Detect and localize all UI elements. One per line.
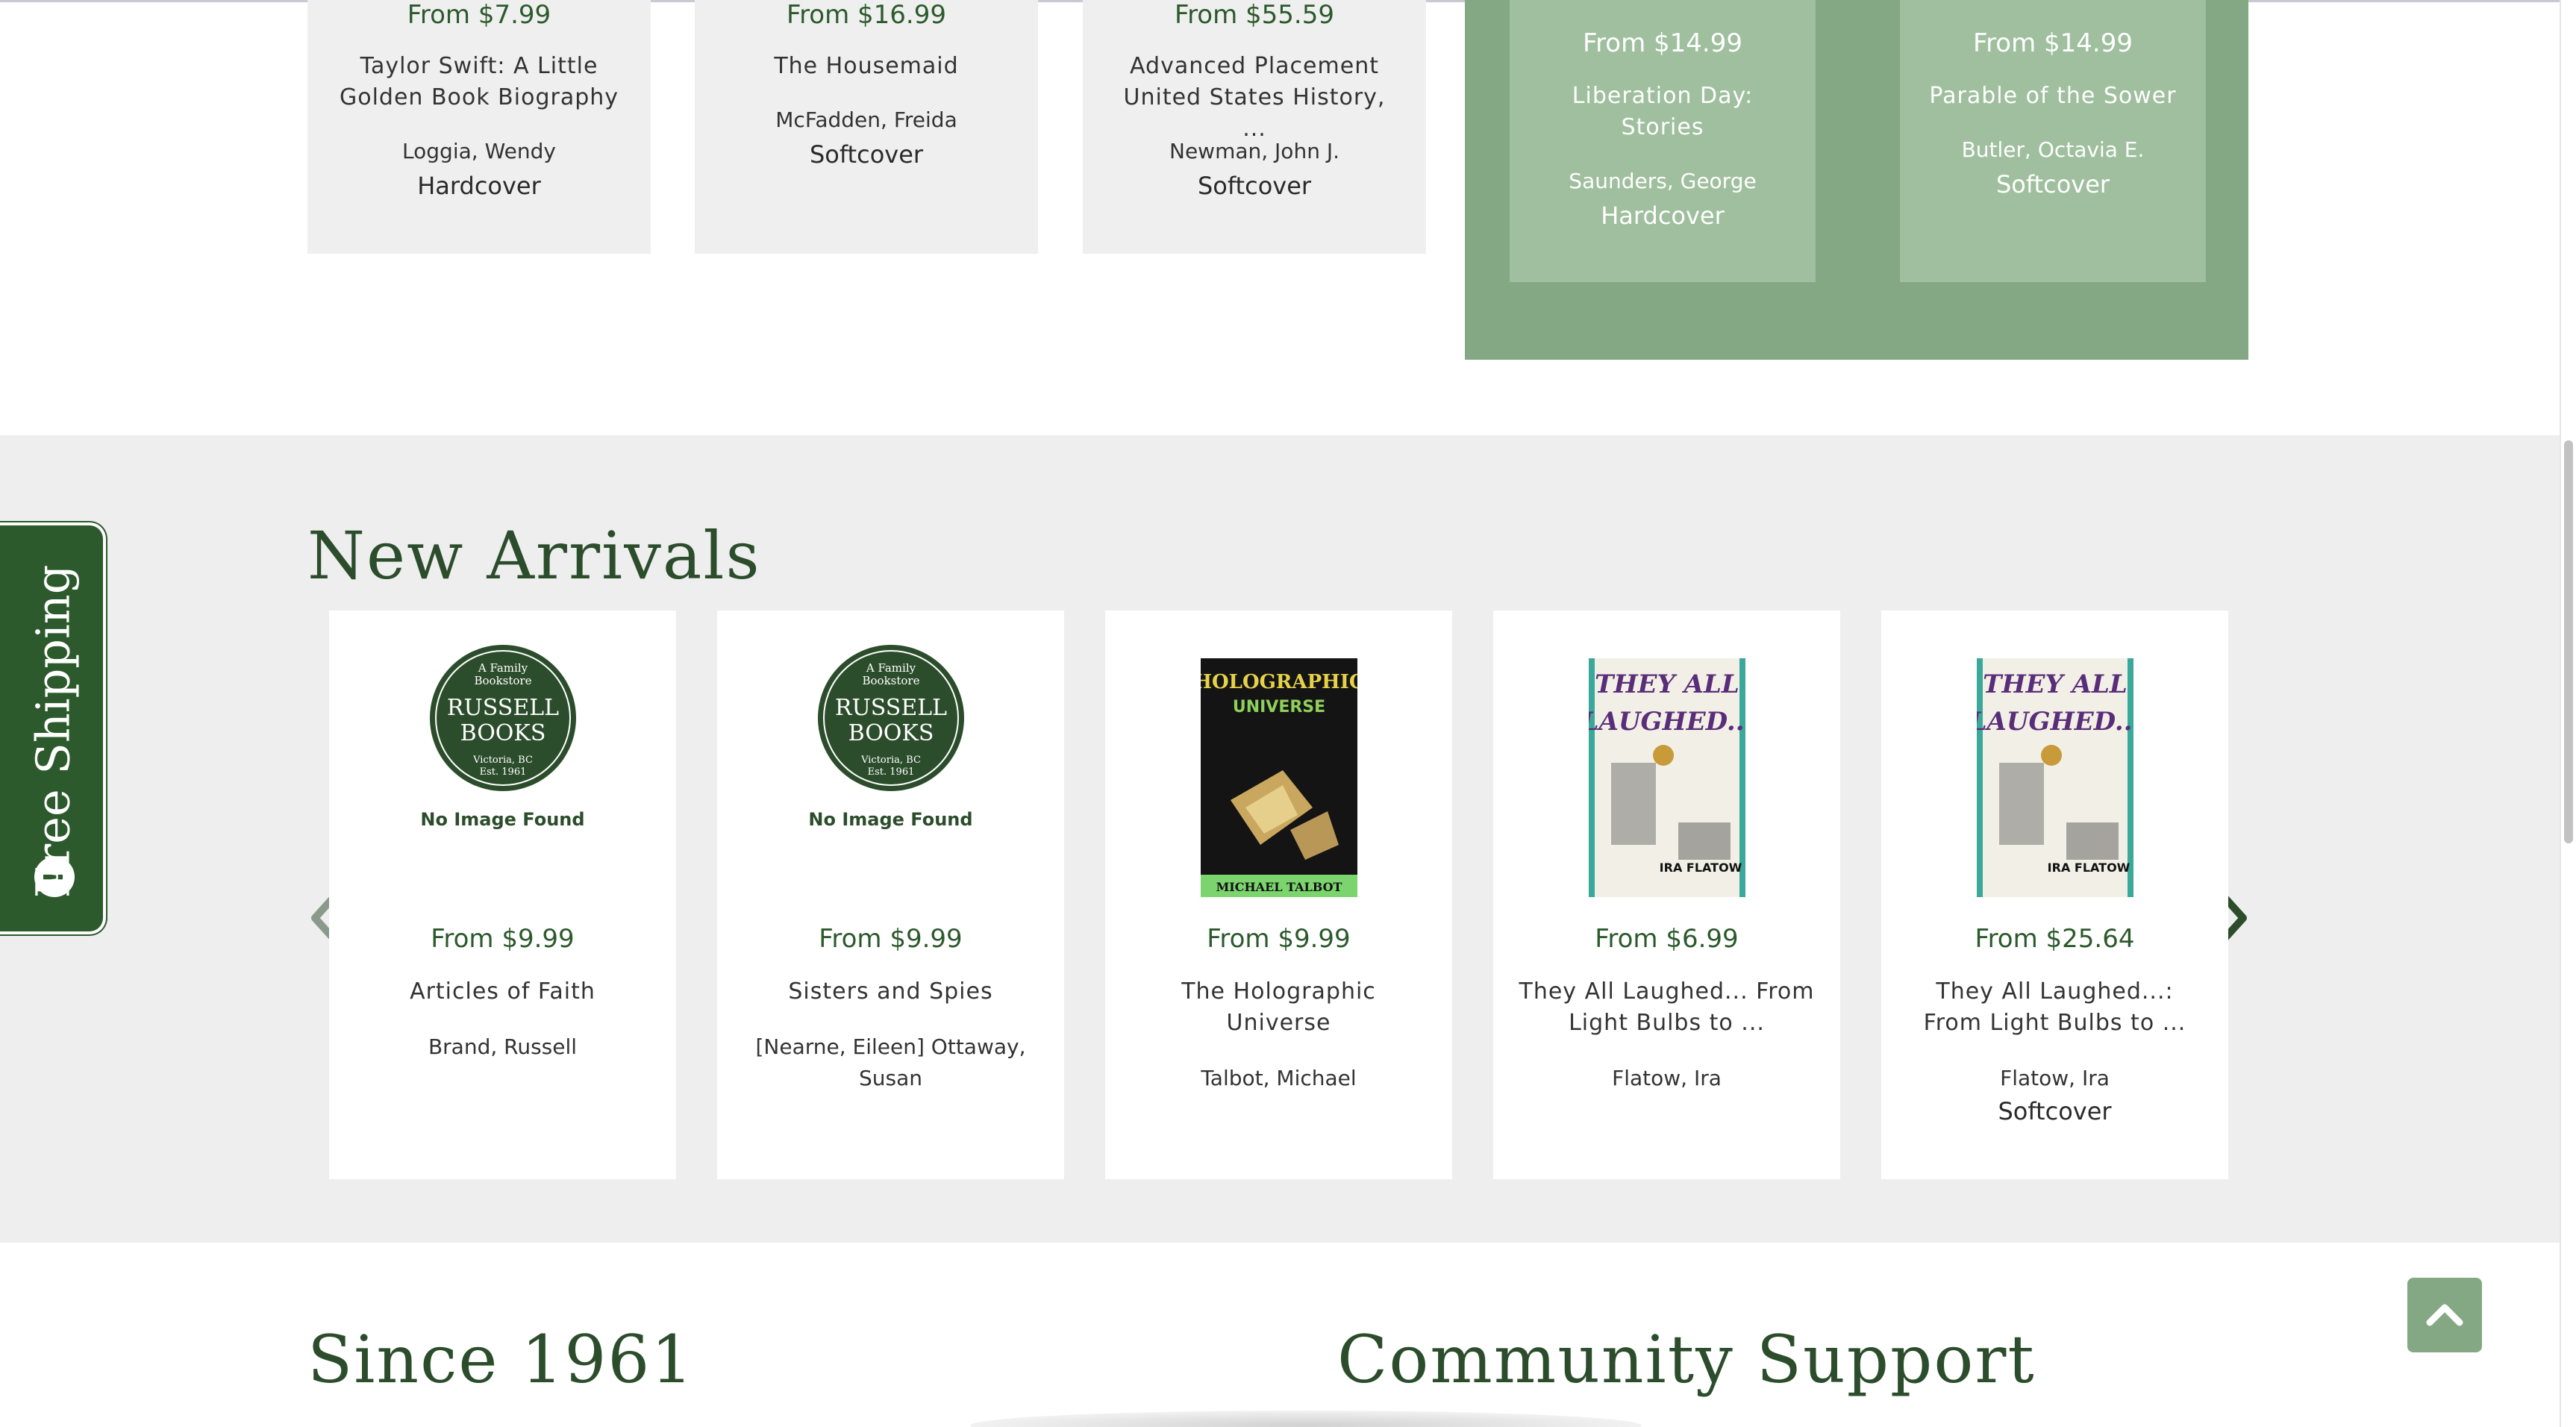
product-author: Flatow, Ira [1612, 1066, 1722, 1090]
cover-author: IRA FLATOW [1659, 861, 1742, 875]
floating-shadow [970, 1411, 1642, 1427]
section-title: New Arrivals [307, 517, 761, 594]
product-format: Softcover [1995, 170, 2110, 199]
cover-title1: HOLOGRAPHIC [1201, 671, 1357, 693]
featured-product-card[interactable]: From $14.99 Liberation Day: Stories Saun… [1510, 0, 1816, 282]
logo-line2: Bookstore [474, 674, 531, 687]
product-title[interactable]: The Holographic Universe [1128, 976, 1430, 1039]
product-card[interactable]: From $7.99 Taylor Swift: A Little Golden… [307, 0, 651, 254]
product-title[interactable]: Advanced Placement United States History… [1113, 51, 1396, 145]
product-format: Hardcover [1601, 202, 1725, 230]
book-cover-image[interactable]: HOLOGRAPHIC UNIVERSE MICHAEL TALBOT [1200, 658, 1357, 897]
logo-line1: A Family [865, 661, 916, 675]
product-format: Hardcover [417, 172, 541, 200]
product-title[interactable]: Articles of Faith [351, 976, 654, 1008]
product-price: From $25.64 [1975, 924, 2135, 954]
product-author: Flatow, Ira [2000, 1066, 2110, 1090]
product-author: Brand, Russell [428, 1034, 578, 1059]
book-cover-image[interactable]: THEY ALL LAUGHED... IRA FLATOW [1976, 658, 2133, 897]
logo-line1: A Family [477, 661, 528, 675]
product-title[interactable]: They All Laughed...: From Light Bulbs to… [1904, 976, 2206, 1039]
product-card[interactable]: HOLOGRAPHIC UNIVERSE MICHAEL TALBOT From… [1105, 611, 1452, 1179]
product-price: From $16.99 [786, 0, 946, 30]
chevron-up-icon [2426, 1304, 2463, 1326]
cover-title2: UNIVERSE [1232, 698, 1325, 716]
logo-name2: BOOKS [460, 720, 545, 746]
product-card[interactable]: From $16.99 The Housemaid McFadden, Frei… [695, 0, 1038, 254]
scroll-to-top-button[interactable] [2407, 1278, 2482, 1352]
logo-line2: Bookstore [862, 674, 919, 687]
cover-title2: LAUGHED... [1589, 707, 1745, 737]
product-title[interactable]: The Housemaid [725, 51, 1008, 82]
product-format: Softcover [1197, 172, 1312, 200]
product-price: From $9.99 [1207, 924, 1351, 954]
product-title[interactable]: They All Laughed... From Light Bulbs to … [1516, 976, 1818, 1039]
logo-place: Victoria, BC [472, 755, 533, 766]
product-format: Softcover [809, 140, 924, 169]
featured-panel: From $14.99 Liberation Day: Stories Saun… [1465, 0, 2248, 360]
product-title[interactable]: Parable of the Sower [1922, 81, 2183, 112]
logo-name1: RUSSELL [446, 695, 558, 721]
product-author: Newman, John J. [1169, 139, 1339, 163]
cover-author: MICHAEL TALBOT [1216, 880, 1342, 894]
product-card[interactable]: THEY ALL LAUGHED... IRA FLATOW From $6.9… [1493, 611, 1840, 1179]
book-cover-image[interactable]: THEY ALL LAUGHED... IRA FLATOW [1588, 658, 1745, 897]
product-price: From $9.99 [819, 924, 963, 954]
product-author: Saunders, George [1569, 169, 1757, 193]
cover-title1: THEY ALL [1595, 669, 1739, 699]
logo-place: Victoria, BC [860, 755, 921, 766]
since-heading: Since 1961 [307, 1321, 695, 1398]
product-author: Loggia, Wendy [402, 139, 556, 163]
product-author: McFadden, Freida [775, 107, 957, 132]
no-image-label: No Image Found [808, 809, 973, 830]
product-author: Talbot, Michael [1201, 1066, 1357, 1090]
free-shipping-label: Free Shipping [25, 564, 81, 899]
product-card[interactable]: A Family Bookstore RUSSELL BOOKS Victori… [717, 611, 1064, 1179]
product-card[interactable]: A Family Bookstore RUSSELL BOOKS Victori… [329, 611, 676, 1179]
product-price: From $14.99 [1582, 28, 1742, 58]
russell-books-logo: A Family Bookstore RUSSELL BOOKS Victori… [428, 643, 578, 793]
no-image-label: No Image Found [420, 809, 585, 830]
cover-title1: THEY ALL [1983, 669, 2128, 699]
product-price: From $55.59 [1174, 0, 1334, 30]
community-heading: Community Support [1337, 1321, 2036, 1398]
product-format: Softcover [1998, 1097, 2112, 1125]
product-author: [Nearne, Eileen] Ottaway, Susan [755, 1034, 1026, 1090]
product-price: From $14.99 [1972, 28, 2133, 58]
info-icon: ! [34, 857, 75, 897]
cover-title2: LAUGHED... [1977, 707, 2133, 737]
logo-name1: RUSSELL [834, 695, 946, 721]
product-price: From $9.99 [431, 924, 575, 954]
product-author: Butler, Octavia E. [1961, 137, 2145, 162]
product-price: From $7.99 [407, 0, 551, 30]
product-card[interactable]: THEY ALL LAUGHED... IRA FLATOW From $25.… [1881, 611, 2228, 1179]
product-title[interactable]: Liberation Day: Stories [1532, 81, 1793, 143]
product-title[interactable]: Taylor Swift: A Little Golden Book Biogr… [337, 51, 621, 113]
cover-author: IRA FLATOW [2047, 861, 2130, 875]
scrollbar-thumb[interactable] [2564, 440, 2573, 843]
russell-books-logo: A Family Bookstore RUSSELL BOOKS Victori… [816, 643, 966, 793]
product-card[interactable]: From $55.59 Advanced Placement United St… [1083, 0, 1426, 254]
featured-product-card[interactable]: From $14.99 Parable of the Sower Butler,… [1900, 0, 2206, 282]
logo-name2: BOOKS [848, 720, 934, 746]
logo-est: Est. 1961 [479, 766, 526, 778]
logo-est: Est. 1961 [867, 766, 914, 778]
product-price: From $6.99 [1595, 924, 1739, 954]
product-title[interactable]: Sisters and Spies [740, 976, 1042, 1008]
